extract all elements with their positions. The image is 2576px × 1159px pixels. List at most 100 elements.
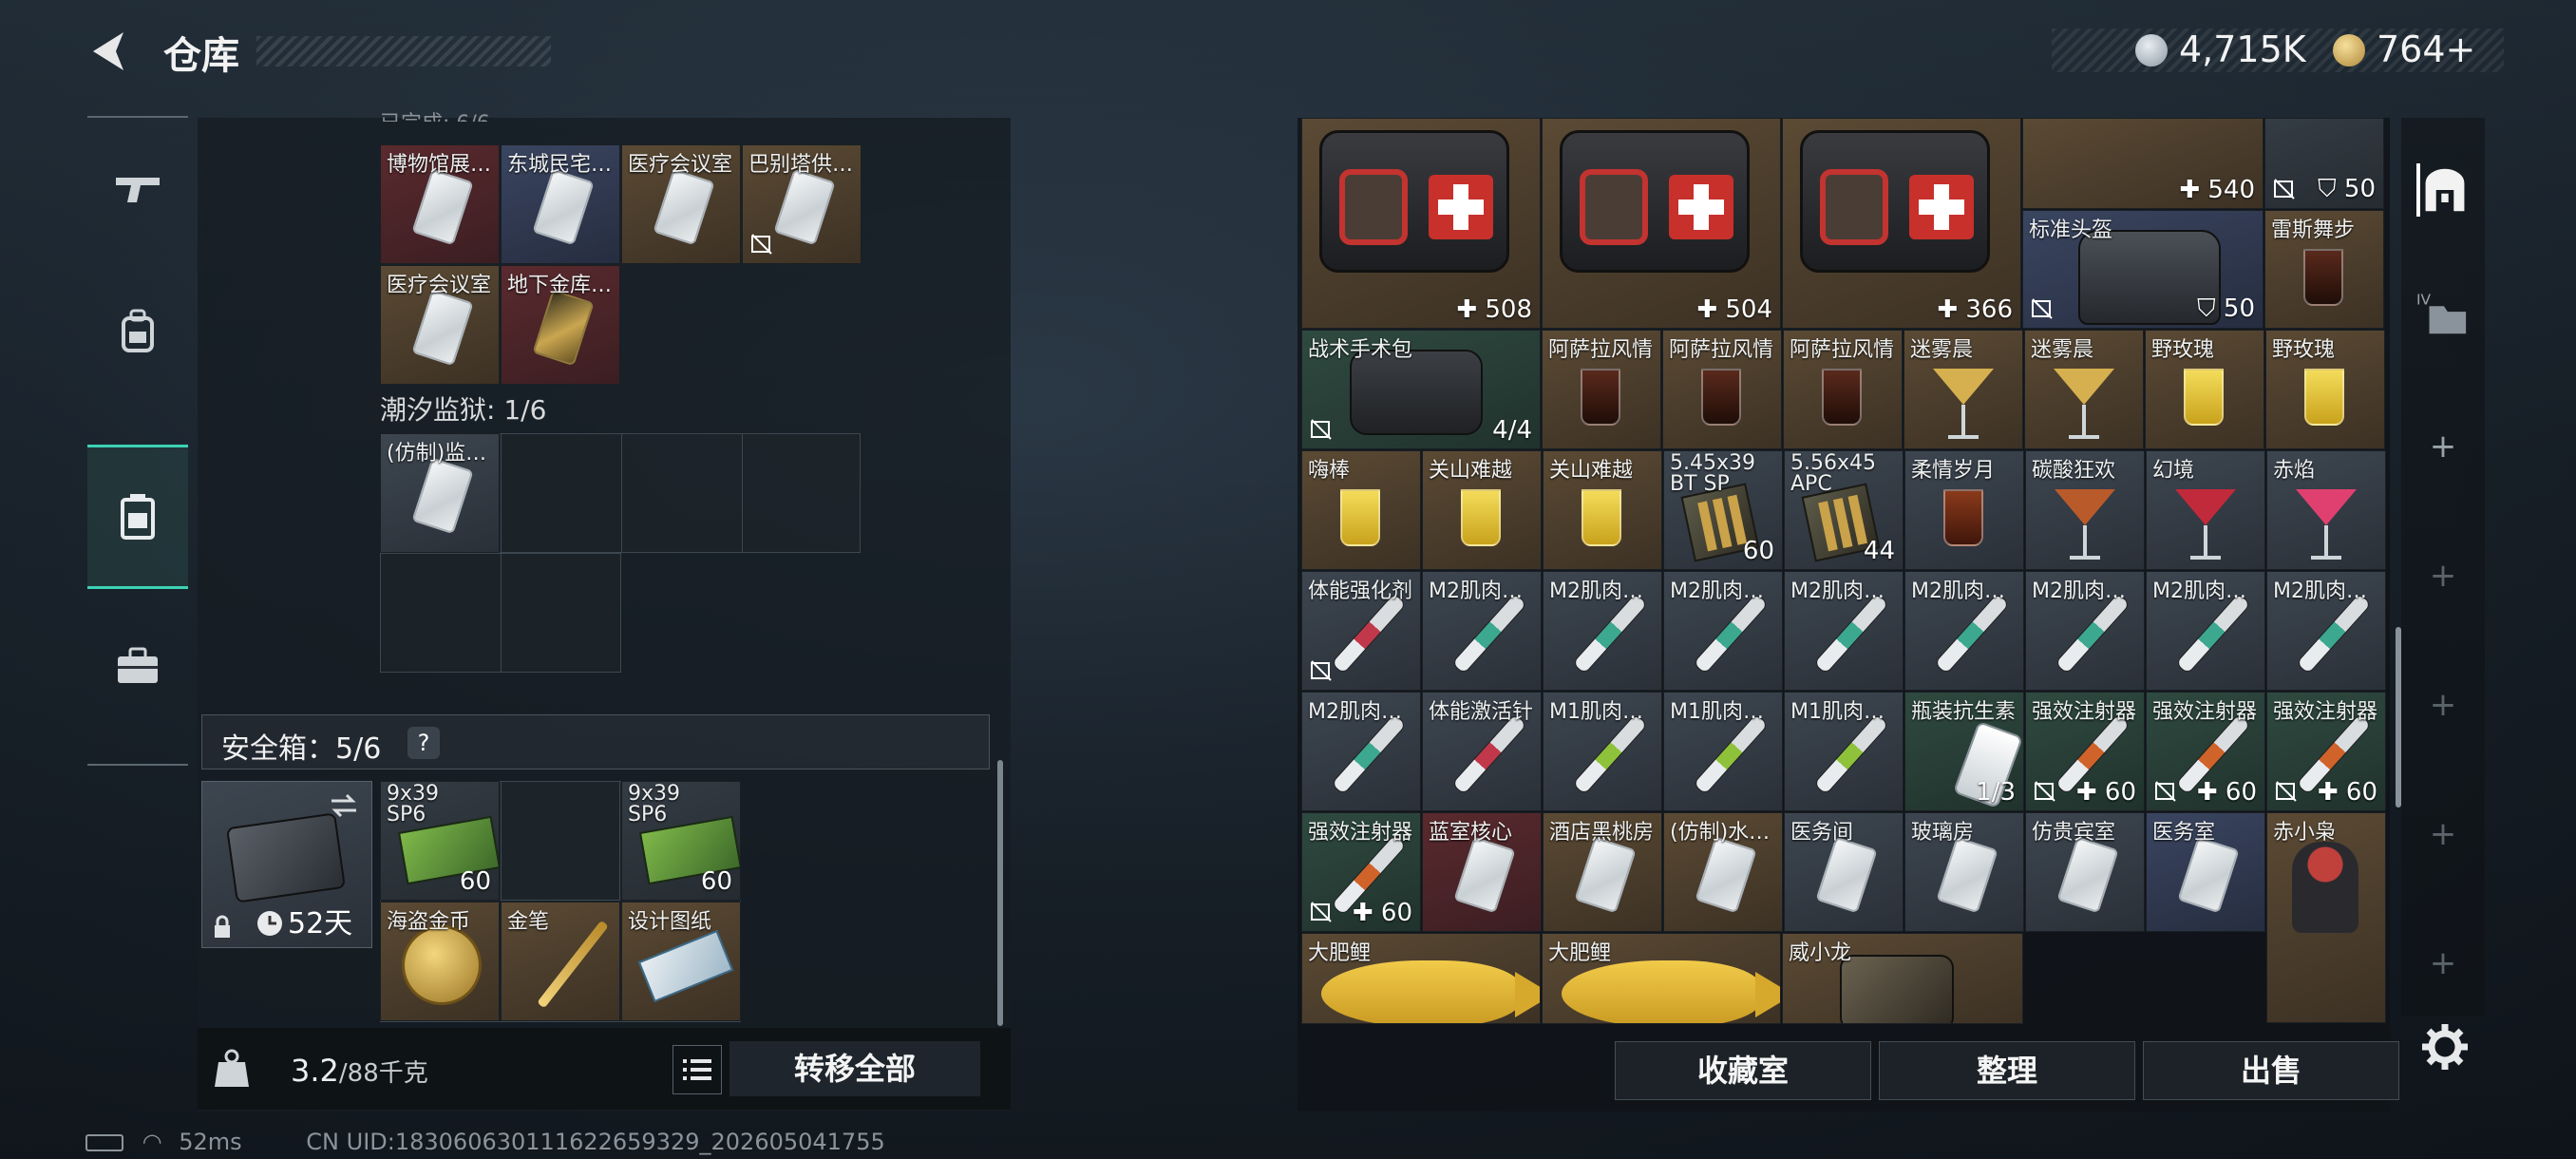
left-scrollbar[interactable] xyxy=(997,760,1003,1026)
collection-room-button[interactable]: 收藏室 xyxy=(1615,1041,1871,1100)
tab-briefcase[interactable] xyxy=(87,604,188,728)
syringe-icon xyxy=(1571,712,1649,796)
safe-box-container[interactable]: 52天 xyxy=(201,781,372,948)
item-card[interactable]: 蓝室核心 xyxy=(1422,812,1542,932)
item-label: 博物馆展… xyxy=(387,153,492,177)
item-card[interactable]: 阿萨拉风情 xyxy=(1662,330,1782,449)
item-card[interactable]: 强效注射器 ✚ 60 xyxy=(2266,692,2386,811)
item-card[interactable]: ✚ 540 xyxy=(2022,118,2263,209)
sidebar-add-slot[interactable]: + xyxy=(2416,808,2470,861)
tab-container[interactable] xyxy=(87,445,188,589)
keycard-icon xyxy=(411,289,474,367)
item-card[interactable]: 瓶装抗生素 1/3 xyxy=(1904,692,2024,811)
list-view-button[interactable] xyxy=(672,1045,722,1094)
item-card[interactable]: 医务间 xyxy=(1784,812,1904,932)
item-card[interactable]: 关山难越 xyxy=(1422,450,1542,570)
item-card[interactable]: 野玫瑰 xyxy=(2265,330,2385,449)
item-card[interactable]: 迷雾晨 xyxy=(1904,330,2023,449)
item-card[interactable]: M2肌肉… xyxy=(1784,571,1904,691)
item-card[interactable]: 强效注射器 ✚ 60 xyxy=(2146,692,2265,811)
tab-backpack[interactable] xyxy=(87,260,188,403)
item-card[interactable]: 大肥鲤 xyxy=(1542,933,1781,1024)
item-label: 大肥鲤 xyxy=(1548,941,1612,965)
transfer-all-button[interactable]: 转移全部 xyxy=(729,1041,980,1096)
item-card[interactable]: M1肌肉… xyxy=(1784,692,1904,811)
back-arrow-icon[interactable] xyxy=(85,27,135,76)
item-card[interactable]: M1肌肉… xyxy=(1663,692,1783,811)
item-card[interactable]: 设计图纸 xyxy=(621,902,741,1021)
help-icon[interactable]: ? xyxy=(407,727,440,759)
item-card[interactable]: M2肌肉… xyxy=(1422,571,1542,691)
item-card[interactable]: M1肌肉… xyxy=(1543,692,1662,811)
item-card[interactable]: 医疗会议室 xyxy=(621,144,741,264)
item-card[interactable]: 5.56x45 APC 44 xyxy=(1784,450,1904,570)
item-card[interactable]: M2肌肉… xyxy=(1663,571,1783,691)
item-card[interactable]: 玻璃房 xyxy=(1904,812,2024,932)
gold-amount[interactable]: 764+ xyxy=(2377,28,2475,70)
item-card[interactable]: 战术手术包 4/4 xyxy=(1301,330,1541,449)
item-card[interactable]: 体能强化剂 xyxy=(1301,571,1421,691)
item-card[interactable]: 阿萨拉风情 xyxy=(1783,330,1903,449)
lock-icon xyxy=(215,915,230,938)
item-card[interactable]: 9x39 SP6 60 xyxy=(380,781,500,901)
sidebar-item-safe-room[interactable] xyxy=(2416,163,2470,217)
item-label: M2肌肉… xyxy=(1790,580,1885,603)
item-card[interactable]: 博物馆展… xyxy=(380,144,500,264)
item-label: 巴别塔供… xyxy=(748,153,854,177)
item-card[interactable]: ✚ 508 xyxy=(1301,118,1541,329)
item-card[interactable]: ⛉ 50 xyxy=(2264,118,2384,209)
item-card[interactable]: 嗨棒 xyxy=(1301,450,1421,570)
item-card[interactable]: 关山难越 xyxy=(1543,450,1662,570)
item-card[interactable]: M2肌肉… xyxy=(2025,571,2145,691)
item-card[interactable]: 迷雾晨 xyxy=(2024,330,2144,449)
item-card[interactable]: 5.45x39 BT SP 60 xyxy=(1663,450,1783,570)
sidebar-add-slot[interactable]: + xyxy=(2416,420,2470,473)
item-card[interactable]: 幻境 xyxy=(2146,450,2265,570)
item-card[interactable]: ✚ 366 xyxy=(1782,118,2021,329)
item-card[interactable]: 野玫瑰 xyxy=(2145,330,2264,449)
item-card[interactable]: 酒店黑桃房 xyxy=(1543,812,1662,932)
slot-empty[interactable] xyxy=(501,781,620,901)
item-card[interactable]: 东城民宅… xyxy=(501,144,620,264)
item-card[interactable]: 金笔 xyxy=(501,902,620,1021)
item-card[interactable]: ✚ 504 xyxy=(1542,118,1781,329)
item-card[interactable]: 赤焰 xyxy=(2266,450,2386,570)
item-card[interactable]: (仿制)监… xyxy=(380,433,500,553)
item-card[interactable]: 巴别塔供… xyxy=(742,144,862,264)
list-icon xyxy=(683,1059,711,1080)
sidebar-add-slot[interactable]: + xyxy=(2416,549,2470,602)
item-card[interactable]: (仿制)水… xyxy=(1663,812,1783,932)
item-card[interactable]: 赤小枭 xyxy=(2266,812,2386,1023)
item-card[interactable]: 柔情岁月 xyxy=(1904,450,2024,570)
item-card[interactable]: 医疗会议室 xyxy=(380,265,500,385)
item-card[interactable]: 威小龙 xyxy=(1782,933,2023,1024)
item-card[interactable]: 海盗金币 xyxy=(380,902,500,1021)
sort-button[interactable]: 整理 xyxy=(1879,1041,2135,1100)
item-card[interactable]: 医务室 xyxy=(2146,812,2265,932)
item-card[interactable]: M2肌肉… xyxy=(1904,571,2024,691)
item-card[interactable]: 9x39 SP6 60 xyxy=(621,781,741,901)
item-card[interactable]: 体能激活针 xyxy=(1422,692,1542,811)
item-card[interactable]: 标准头盔 ⛉ 50 xyxy=(2022,210,2263,329)
sidebar-add-slot[interactable]: + xyxy=(2416,937,2470,990)
item-card[interactable]: 强效注射器 ✚ 60 xyxy=(1301,812,1421,932)
item-card[interactable]: M2肌肉… xyxy=(1301,692,1421,811)
sidebar-item-folder-iv[interactable]: IV xyxy=(2416,287,2470,340)
silver-amount: 4,715K xyxy=(2179,28,2306,70)
item-card[interactable]: M2肌肉… xyxy=(2266,571,2386,691)
item-card[interactable]: 大肥鲤 xyxy=(1301,933,1541,1024)
item-card[interactable]: 碳酸狂欢 xyxy=(2025,450,2145,570)
item-card[interactable]: 阿萨拉风情 xyxy=(1542,330,1661,449)
item-card[interactable]: 雷斯舞步 xyxy=(2264,210,2384,329)
item-card[interactable]: 仿贵宾室 xyxy=(2025,812,2145,932)
sidebar-add-slot[interactable]: + xyxy=(2416,678,2470,732)
item-card[interactable]: M2肌肉… xyxy=(2146,571,2265,691)
add-gold-icon[interactable]: + xyxy=(2446,28,2476,70)
sell-button[interactable]: 出售 xyxy=(2143,1041,2399,1100)
gear-icon[interactable] xyxy=(2420,1022,2470,1072)
item-card[interactable]: 强效注射器 ✚ 60 xyxy=(2025,692,2145,811)
item-card[interactable]: 地下金库… xyxy=(501,265,620,385)
item-card[interactable]: M2肌肉… xyxy=(1543,571,1662,691)
tab-weapons[interactable] xyxy=(87,118,188,260)
swap-icon[interactable] xyxy=(328,791,360,820)
